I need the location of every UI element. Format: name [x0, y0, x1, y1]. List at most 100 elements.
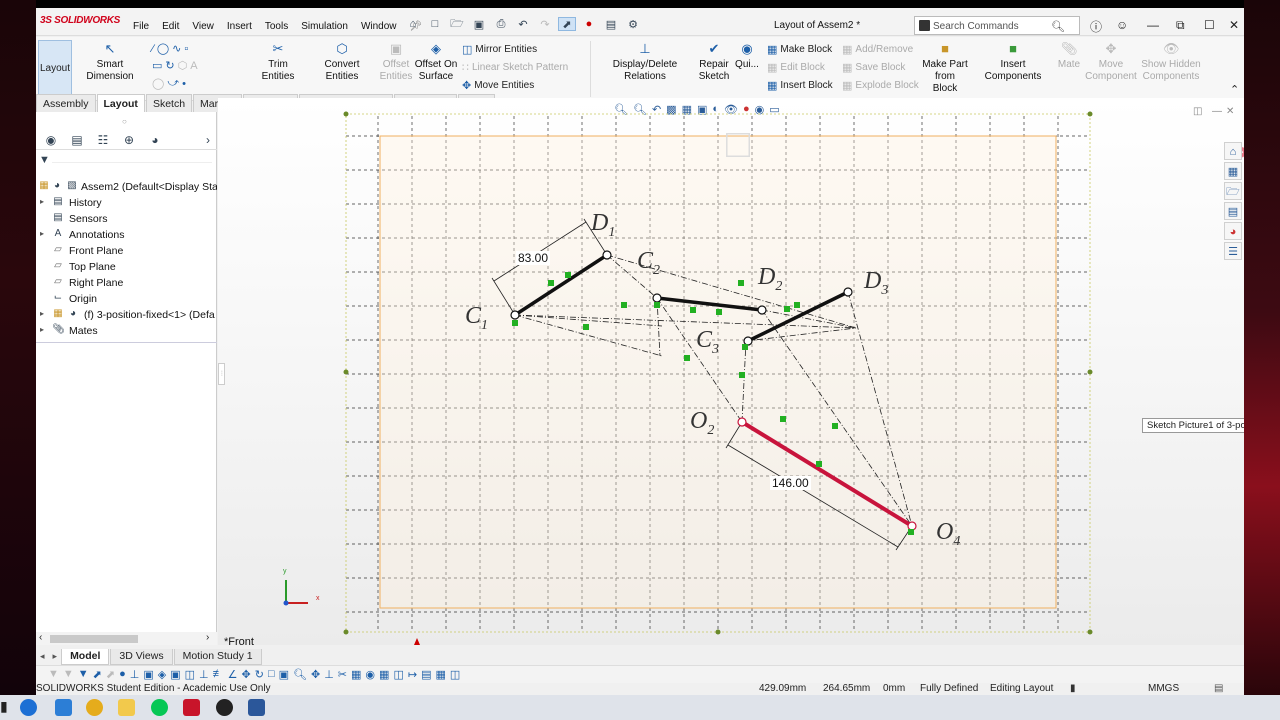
redo-icon[interactable]: ↷	[536, 17, 554, 31]
convert-entities-button[interactable]: ⬡ Convert Entities	[308, 42, 376, 83]
mate-button[interactable]: 📎︎ Mate	[1054, 42, 1084, 71]
view-palette-icon[interactable]: ▤	[1224, 202, 1242, 220]
tree-item-top-plane[interactable]: ▱ Top Plane	[36, 259, 217, 275]
grid-icon[interactable]: ▦	[379, 668, 389, 681]
dimxpert-icon[interactable]: ⊕	[120, 133, 138, 148]
mirror-entities-button[interactable]: ◫ Mirror Entities	[462, 43, 537, 56]
menu-edit[interactable]: Edit	[162, 21, 179, 32]
rebuild-status-icon[interactable]: ▮	[1070, 683, 1076, 694]
solidworks-taskbar-icon[interactable]	[183, 699, 200, 716]
insert-block-button[interactable]: ▦ Insert Block	[767, 79, 833, 92]
tab-scroll-left-icon[interactable]: ◂	[36, 649, 49, 665]
expand-icon[interactable]: ▸	[40, 229, 44, 238]
property-manager-icon[interactable]: ▤	[68, 133, 86, 148]
layout-button[interactable]: Layout	[38, 40, 72, 100]
tab-layout[interactable]: Layout	[96, 94, 145, 112]
expand-icon[interactable]: ▸	[40, 309, 44, 318]
arc-icon[interactable]: ↻	[165, 59, 174, 72]
arrange-icon[interactable]: ◫	[450, 668, 460, 681]
tab-sketch[interactable]: Sketch	[145, 94, 193, 112]
sketch-canvas[interactable]: □ ✖	[218, 98, 1244, 645]
cube-icon[interactable]: ▣	[170, 668, 180, 681]
collapse-ribbon-icon[interactable]: ⌃	[1230, 83, 1239, 96]
rectangle-tool-icon[interactable]: ▣	[143, 668, 153, 681]
blocks-icon[interactable]: ▦	[435, 668, 445, 681]
repair-sketch-button[interactable]: ✔ Repair Sketch	[696, 42, 732, 83]
filter-faces-icon[interactable]: ▼	[63, 668, 74, 681]
explode-block-button[interactable]: ▦ Explode Block	[842, 79, 919, 92]
menu-window[interactable]: Window	[361, 21, 397, 32]
appearances-icon[interactable]: ◕	[1224, 222, 1242, 240]
scale-icon[interactable]: □	[268, 668, 275, 681]
insert-components-button[interactable]: ■ Insert Components	[972, 42, 1054, 83]
file-explorer-taskbar-icon[interactable]	[118, 699, 135, 716]
menu-view[interactable]: View	[192, 21, 214, 32]
user-icon[interactable]: ☺	[1116, 18, 1128, 32]
linear-sketch-pattern-button[interactable]: ∷ Linear Sketch Pattern	[462, 61, 568, 74]
text-icon[interactable]: A	[190, 60, 197, 72]
trim-entities-button[interactable]: ✂ Trim Entities	[252, 42, 304, 83]
save-icon[interactable]: ▣	[470, 17, 488, 31]
rebuild-icon[interactable]: ●	[580, 17, 598, 31]
move-component-button[interactable]: ✥ Move Component	[1084, 42, 1138, 83]
line-icon[interactable]: ∕	[152, 43, 154, 55]
customize-status-icon[interactable]: ▤	[1214, 683, 1223, 694]
dimension-83-value[interactable]: 83.00	[516, 251, 551, 265]
show-hidden-components-button[interactable]: 👁︎ Show Hidden Components	[1140, 42, 1202, 83]
undo-icon[interactable]: ↶	[514, 17, 532, 31]
expand-icon[interactable]: ▸	[40, 325, 44, 334]
filter-icon[interactable]: ▼	[48, 668, 59, 681]
filter-input[interactable]	[52, 162, 212, 163]
featuremanager-tree-icon[interactable]: ◉	[42, 133, 60, 148]
tree-item-annotations[interactable]: ▸ A Annotations	[36, 227, 217, 243]
offset-entities-button[interactable]: ▣ Offset Entities	[378, 42, 414, 83]
align-icon[interactable]: ≢	[213, 668, 224, 681]
menu-file[interactable]: File	[133, 21, 149, 32]
save-block-button[interactable]: ▦ Save Block	[842, 61, 905, 74]
print-icon[interactable]: ⎙	[492, 17, 510, 31]
custom-properties-icon[interactable]: ☰	[1224, 242, 1242, 260]
tab-scroll-right-icon[interactable]: ▸	[49, 649, 62, 665]
scroll-left-icon[interactable]: ‹	[39, 632, 42, 643]
stretch-icon[interactable]: ▣	[279, 668, 289, 681]
split-icon[interactable]: ◫	[393, 668, 403, 681]
dimension-146-value[interactable]: 146.00	[770, 476, 811, 490]
edit-block-button[interactable]: ▦ Edit Block	[767, 61, 825, 74]
filter-edges-icon[interactable]: ▼	[78, 668, 89, 681]
tree-item-component[interactable]: ▸ ▦ ◕ (f) 3-position-fixed<1> (Defa	[36, 307, 217, 323]
unit-system[interactable]: MMGS	[1148, 683, 1179, 694]
sketch-tool-icon[interactable]: ▫	[184, 43, 188, 55]
display-manager-icon[interactable]: ◕	[146, 133, 164, 148]
menu-tools[interactable]: Tools	[265, 21, 288, 32]
smart-dimension-button[interactable]: ↖ Smart Dimension	[74, 42, 146, 83]
panel-collapse-handle[interactable]: ⋮	[218, 363, 225, 385]
tree-item-mates[interactable]: ▸ 📎︎ Mates	[36, 323, 217, 339]
make-block-button[interactable]: ▦ Make Block	[767, 43, 832, 56]
horizontal-scrollbar[interactable]: ‹ ›	[36, 632, 217, 645]
chrome-icon[interactable]	[86, 699, 103, 716]
select-icon[interactable]: ⬈	[93, 668, 102, 681]
filter-icon[interactable]: ▼	[39, 154, 50, 166]
search-icon[interactable]: 🔍︎	[1051, 20, 1065, 33]
display-delete-relations-button[interactable]: ⊥ Display/Delete Relations	[594, 42, 696, 83]
help-icon[interactable]: ⓘ	[1090, 18, 1102, 35]
scroll-right-icon[interactable]: ›	[206, 632, 209, 643]
menu-simulation[interactable]: Simulation	[301, 21, 348, 32]
file-properties-icon[interactable]: ▤	[602, 17, 620, 31]
polygon-icon[interactable]: ⬡	[178, 59, 188, 72]
add-remove-button[interactable]: ▦ Add/Remove	[842, 43, 913, 56]
coincident-icon[interactable]: ⊥	[199, 668, 209, 681]
quick-snaps-button[interactable]: ◉ Qui...	[734, 42, 760, 71]
taskbar-edge-icon[interactable]: ▮	[0, 698, 8, 715]
tree-item-sensors[interactable]: ▤ Sensors	[36, 211, 217, 227]
obs-icon[interactable]	[216, 699, 233, 716]
angle-icon[interactable]: ∠	[228, 668, 238, 681]
eye-icon[interactable]: ◕	[51, 180, 63, 192]
tree-item-history[interactable]: ▸ ▤ History	[36, 195, 217, 211]
offset-on-surface-button[interactable]: ◈ Offset On Surface	[414, 42, 458, 83]
graphics-area[interactable]: 🔍︎ 🔍︎ ↶ ▩ ▦ ▣ ◐ 👁︎ ● ◉ ▭ ◫ — ✕ □ C1 D1 C…	[218, 98, 1244, 645]
tree-item-origin[interactable]: ⌙ Origin	[36, 291, 217, 307]
design-library-icon[interactable]: ▦	[1224, 162, 1242, 180]
configuration-manager-icon[interactable]: ☷	[94, 133, 112, 148]
point-tool-icon[interactable]: ●	[119, 668, 126, 681]
